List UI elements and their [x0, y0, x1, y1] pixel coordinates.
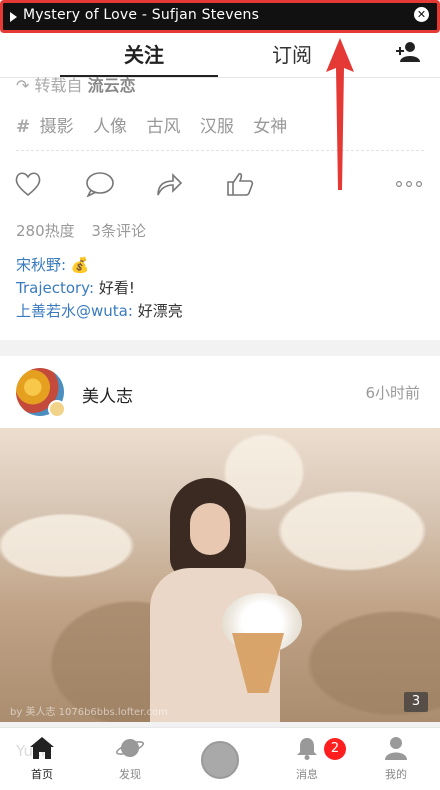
nav-home[interactable]: 首页 [12, 736, 72, 782]
comment-user[interactable]: Trajectory: [16, 279, 94, 297]
nav-label: 我的 [385, 768, 407, 781]
comment-icon[interactable] [85, 171, 115, 197]
tab-subscribe[interactable]: 订阅 [272, 39, 312, 68]
add-user-icon[interactable] [396, 41, 422, 63]
bell-icon [297, 738, 317, 760]
comment-item[interactable]: Trajectory: 好看! [16, 277, 135, 298]
nav-discover[interactable]: 发现 [100, 736, 160, 782]
avatar[interactable] [16, 368, 66, 418]
comment-user[interactable]: 宋秋野: [16, 256, 66, 274]
home-icon [30, 737, 54, 759]
post-card: ↷ 转载自 流云恋 # 摄影 人像 古风 汉服 女神 280热度 3条评论 宋秋… [0, 76, 440, 340]
comment-user[interactable]: 上善若水@wuta: [16, 302, 133, 320]
nav-me[interactable]: 我的 [366, 736, 426, 782]
more-icon[interactable] [396, 181, 424, 187]
repost-icon: ↷ [16, 76, 30, 95]
divider [16, 150, 424, 151]
annotation-arrow-icon [326, 38, 354, 190]
hash-icon: # [16, 117, 31, 137]
author-name[interactable]: 美人志 [82, 382, 133, 407]
comment-text: 好漂亮 [137, 302, 183, 320]
image-watermark: by 美人志 1076b6bbs.lofter.com [10, 707, 168, 718]
comment-count[interactable]: 3条评论 [91, 222, 146, 240]
play-icon[interactable] [10, 12, 17, 22]
planet-icon [115, 739, 145, 757]
tab-follow[interactable]: 关注 [124, 39, 164, 68]
action-bar [0, 171, 440, 201]
music-player-bar[interactable]: Mystery of Love - Sufjan Stevens ✕ [0, 0, 440, 33]
publish-button[interactable] [201, 741, 239, 779]
tag[interactable]: 汉服 [200, 117, 234, 137]
tag-list: # 摄影 人像 古风 汉服 女神 [16, 112, 301, 137]
share-icon[interactable] [155, 171, 183, 197]
heat-count[interactable]: 280热度 [16, 222, 75, 240]
comment-item[interactable]: 宋秋野: 💰 [16, 254, 90, 275]
nav-label: 首页 [31, 768, 53, 781]
messages-badge: 2 [324, 738, 346, 760]
post-card: 美人志 6小时前 by 美人志 1076b6bbs.lofter.com 3 [0, 356, 440, 722]
repost-line[interactable]: ↷ 转载自 流云恋 [16, 72, 136, 96]
repost-prefix: 转载自 [34, 76, 83, 95]
song-title: Mystery of Love - Sufjan Stevens [23, 7, 260, 23]
tag[interactable]: 摄影 [40, 117, 74, 137]
nav-label: 消息 [296, 768, 318, 781]
comment-text: 好看! [98, 279, 135, 297]
tag[interactable]: 人像 [93, 117, 127, 137]
image-count-badge: 3 [404, 692, 428, 712]
comment-text: 💰 [70, 256, 90, 274]
tag[interactable]: 女神 [253, 117, 287, 137]
heart-icon[interactable] [14, 171, 42, 197]
verified-badge-icon [48, 400, 66, 418]
nav-label: 发现 [119, 768, 141, 781]
bottom-navigation: Yuzi 首页 发现 消息 2 我的 [0, 727, 440, 790]
post-time: 6小时前 [365, 384, 420, 402]
post-stats: 280热度 3条评论 [16, 220, 158, 241]
repost-source[interactable]: 流云恋 [88, 76, 136, 95]
post-image[interactable]: by 美人志 1076b6bbs.lofter.com 3 [0, 428, 440, 722]
comment-item[interactable]: 上善若水@wuta: 好漂亮 [16, 300, 183, 321]
person-icon [385, 737, 407, 760]
close-icon[interactable]: ✕ [414, 7, 429, 22]
photo-figure-face [190, 503, 230, 555]
tag[interactable]: 古风 [146, 117, 180, 137]
thumbs-up-icon[interactable] [226, 171, 254, 197]
